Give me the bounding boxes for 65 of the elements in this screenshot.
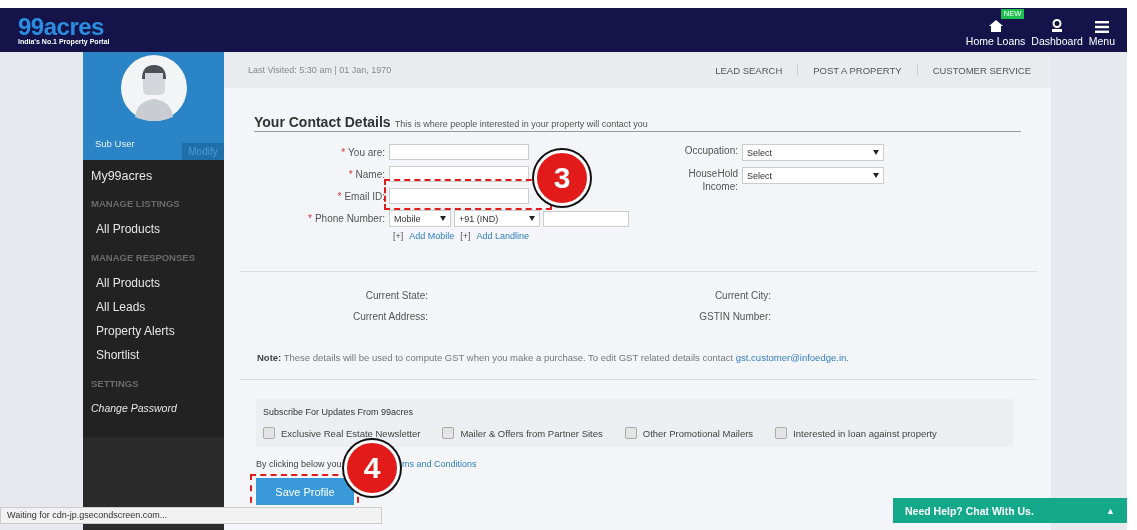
avatar bbox=[120, 55, 187, 121]
field-label: Current State: bbox=[364, 290, 428, 301]
add-link[interactable]: Add Mobile bbox=[409, 231, 455, 241]
terms-link[interactable]: ms and Conditions bbox=[402, 459, 477, 469]
field-label: Current City: bbox=[713, 290, 771, 301]
nav-item[interactable]: Menu bbox=[1088, 21, 1115, 47]
section-title: Your Contact Details bbox=[254, 114, 391, 130]
add-link[interactable]: Add Landline bbox=[476, 231, 530, 241]
checkbox[interactable] bbox=[624, 427, 637, 439]
phone-input[interactable] bbox=[543, 210, 629, 227]
nav-item[interactable]: Dashboard bbox=[1031, 19, 1083, 47]
field-label: * Email ID: bbox=[336, 190, 386, 202]
arrow-icon: ▲ bbox=[1106, 505, 1115, 516]
subscribe-option[interactable]: Exclusive Real Estate Newsletter bbox=[263, 427, 421, 439]
phone-type-select[interactable]: Mobile bbox=[389, 210, 451, 227]
section-heading: SETTINGS bbox=[90, 377, 140, 391]
sidebar-item[interactable]: Change Password bbox=[83, 397, 224, 419]
add-prefix: [+] bbox=[393, 231, 404, 241]
section-subtitle: This is where people interested in your property will contact you bbox=[394, 119, 648, 129]
sidebar-item[interactable]: All Leads bbox=[83, 295, 224, 319]
last-visited: Last Visited: 5:30 am | 01 Jan, 1970 bbox=[248, 65, 392, 75]
add-prefix: [+] bbox=[460, 231, 471, 241]
gst-note: Note: These details will be used to compute GST when you make a purchase. To edit GST related details contact gst.customer@infoedge.in. bbox=[256, 351, 850, 363]
sidebar-item[interactable]: Property Alerts bbox=[83, 319, 224, 343]
logo[interactable]: 99acres bbox=[18, 15, 110, 38]
field-label: * You are: bbox=[340, 146, 386, 158]
caret-icon bbox=[529, 216, 535, 221]
sidebar-item[interactable]: All Products bbox=[83, 217, 224, 241]
country-code-select[interactable]: +91 (IND) bbox=[454, 210, 540, 227]
user-icon bbox=[1051, 19, 1064, 33]
caret-icon bbox=[873, 173, 879, 178]
caret-icon bbox=[873, 150, 879, 155]
select-field[interactable]: Select bbox=[742, 144, 884, 161]
subscribe-title: Subscribe For Updates From 99acres bbox=[263, 407, 415, 417]
caret-icon bbox=[440, 216, 446, 221]
nav-item[interactable]: Home Loans bbox=[965, 19, 1026, 47]
status-bar: Waiting for cdn-jp.gsecondscreen.com... bbox=[0, 507, 382, 524]
email-link[interactable]: gst.customer@infoedge.in. bbox=[735, 352, 849, 363]
sidebar-item[interactable]: All Products bbox=[83, 271, 224, 295]
sidebar-item[interactable]: My99acres bbox=[83, 166, 224, 187]
sidebar-item[interactable]: Shortlist bbox=[83, 343, 224, 367]
select-field[interactable]: Select bbox=[742, 167, 884, 184]
subscribe-option[interactable]: Interested in loan against property bbox=[775, 427, 937, 439]
input-field[interactable] bbox=[389, 144, 529, 160]
field-label: * Name: bbox=[347, 168, 386, 180]
input-field[interactable] bbox=[389, 188, 529, 204]
input-field[interactable] bbox=[389, 166, 529, 182]
top-link[interactable]: POST A PROPERTY bbox=[797, 64, 917, 76]
field-label: Occupation: bbox=[683, 144, 739, 157]
top-link[interactable]: CUSTOMER SERVICE bbox=[916, 64, 1031, 76]
field-label: HouseHold Income: bbox=[687, 167, 739, 193]
checkbox[interactable] bbox=[442, 427, 455, 439]
section-heading: MANAGE LISTINGS bbox=[90, 197, 181, 211]
subscribe-option[interactable]: Mailer & Offers from Partner Sites bbox=[442, 427, 603, 439]
field-label: GSTIN Number: bbox=[698, 311, 771, 322]
checkbox[interactable] bbox=[263, 427, 275, 439]
top-link[interactable]: LEAD SEARCH bbox=[700, 64, 798, 76]
user-role: Sub User bbox=[95, 138, 135, 149]
field-label: Current Address: bbox=[351, 311, 428, 322]
menu-icon bbox=[1094, 21, 1109, 33]
checkbox[interactable] bbox=[775, 427, 788, 439]
house-icon bbox=[987, 19, 1004, 33]
section-heading: MANAGE RESPONSES bbox=[90, 251, 196, 265]
field-label: * Phone Number: bbox=[307, 213, 386, 224]
subscribe-option[interactable]: Other Promotional Mailers bbox=[624, 427, 754, 439]
